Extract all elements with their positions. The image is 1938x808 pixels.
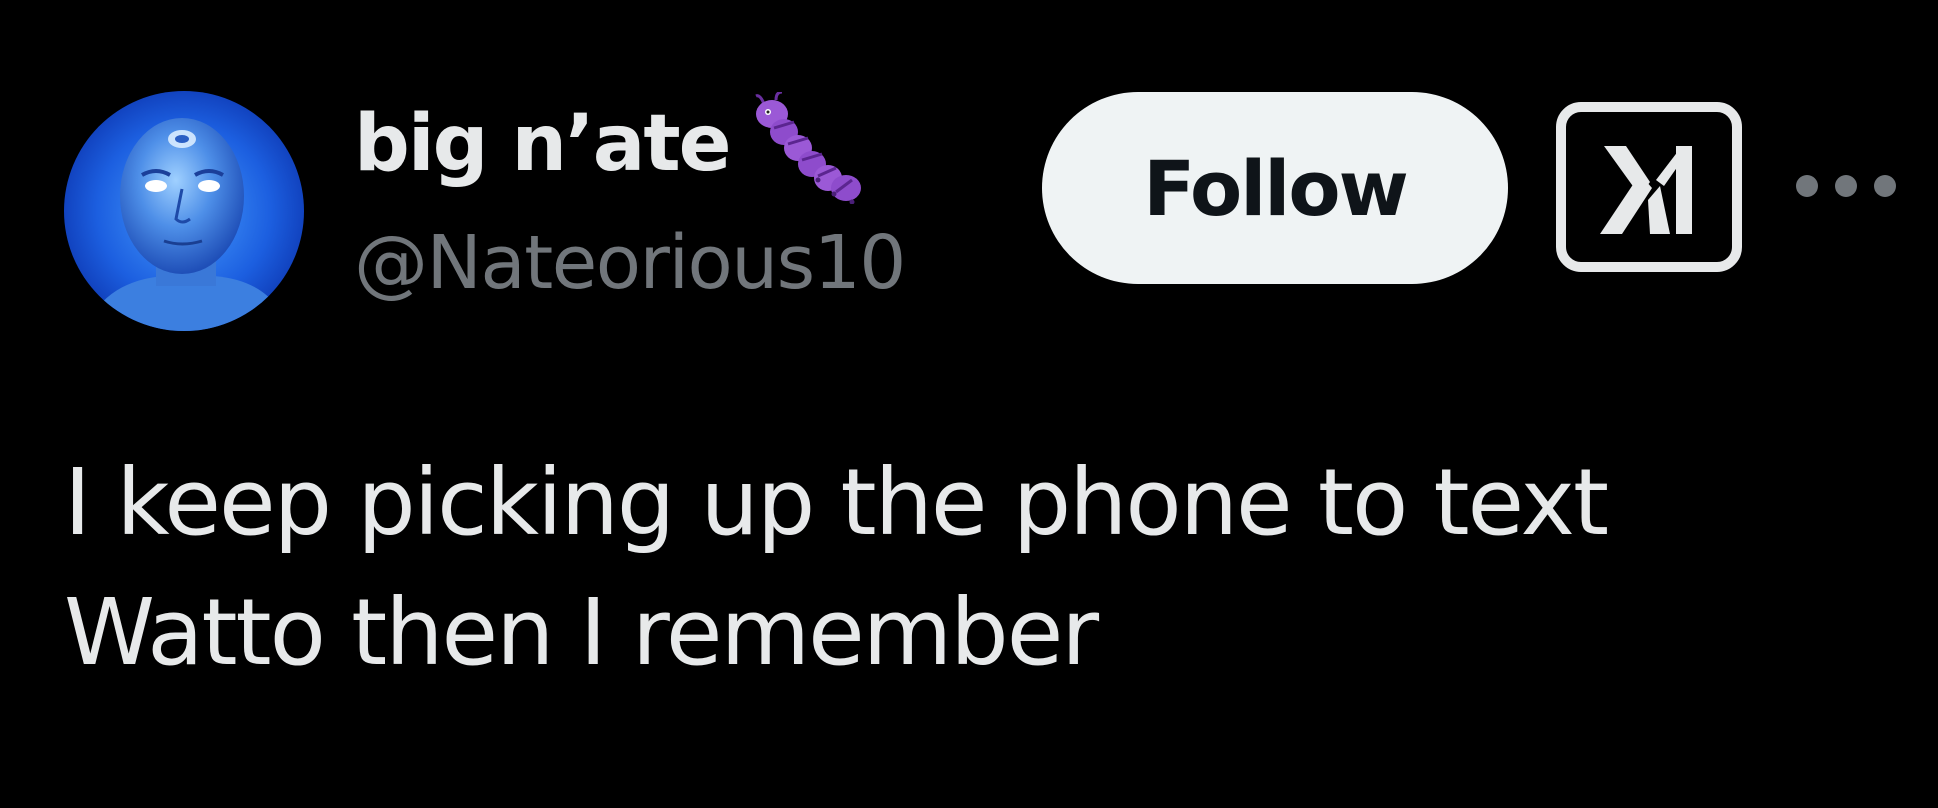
author-handle[interactable]: @Nateorious10: [354, 226, 906, 300]
avatar[interactable]: [64, 91, 304, 331]
blue-man-avatar-icon: [64, 91, 304, 331]
more-dot: [1874, 175, 1896, 197]
follow-button-label: Follow: [1143, 143, 1409, 233]
more-dot: [1835, 175, 1857, 197]
more-options-icon[interactable]: [1796, 164, 1896, 208]
x-ai-logo-icon[interactable]: [1556, 102, 1742, 272]
follow-button[interactable]: Follow: [1042, 92, 1508, 284]
tweet-card: big n’ate @Nateorious10 Follow I keep pi…: [0, 0, 1938, 808]
tweet-text-line: I keep picking up the phone to text: [64, 449, 1609, 556]
tweet-text: I keep picking up the phone to text Watt…: [64, 438, 1864, 698]
more-dot: [1796, 175, 1818, 197]
author-name-row[interactable]: big n’ate: [354, 90, 866, 205]
caterpillar-bug-emoji-icon: [754, 90, 866, 205]
tweet-text-line: Watto then I remember: [64, 579, 1099, 686]
author-display-name[interactable]: big n’ate: [354, 105, 732, 183]
